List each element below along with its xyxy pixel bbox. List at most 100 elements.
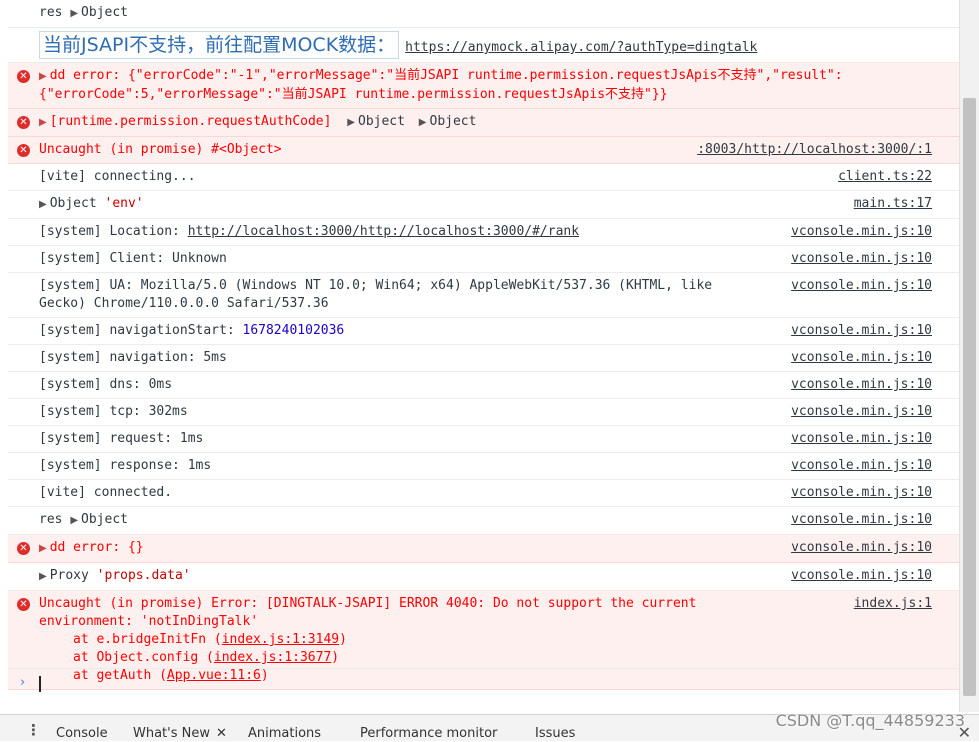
source-link[interactable]: vconsole.min.js:10 [785,277,932,295]
watermark: CSDN @T.qq_44859233 [775,711,965,730]
source-link[interactable]: index.js:1 [847,595,932,613]
triangle-right-icon[interactable]: ▶ [70,515,78,526]
string-value: 'props.data' [96,568,191,583]
text-caret [39,676,41,692]
mock-message: 当前JSAPI不支持，前往配置MOCK数据： [39,31,400,59]
log-message: dd error: {"errorCode":"-1","errorMessag… [39,68,843,102]
error-log-row: ✕ ▶ dd error: {"errorCode":"-1","errorMes… [8,63,960,109]
log-row: [system] tcp: 302ms vconsole.min.js:10 [8,399,960,426]
tab-issues[interactable]: Issues [535,726,575,741]
error-icon: ✕ [17,144,30,157]
log-row: [vite] connected. vconsole.min.js:10 [8,480,960,507]
triangle-right-icon[interactable]: ▶ [39,71,47,82]
location-link[interactable]: http://localhost:3000/http://localhost:3… [188,224,579,239]
stack-frame: at e.bridgeInitFn (index.js:1:3149) [73,631,908,649]
log-row: ▶ Proxy 'props.data' vconsole.min.js:10 [8,563,960,591]
close-icon[interactable]: ✕ [216,726,227,741]
object-toggle[interactable]: Object [81,5,128,20]
log-message: [system] request: 1ms [39,431,204,446]
log-message: Uncaught (in promise) Error: [DINGTALK-J… [39,596,697,629]
source-link[interactable]: vconsole.min.js:10 [785,539,932,557]
triangle-right-icon[interactable]: ▶ [39,543,47,554]
log-row: [system] Location: http://localhost:3000… [8,219,960,246]
source-link[interactable]: vconsole.min.js:10 [785,484,932,502]
tab-performance-monitor[interactable]: Performance monitor [360,726,497,741]
scrollbar-thumb[interactable] [963,98,976,696]
mock-url-link[interactable]: https://anymock.alipay.com/?authType=din… [405,40,757,55]
number-value: 1678240102036 [242,323,345,338]
log-row: [system] UA: Mozilla/5.0 (Windows NT 10.… [8,273,960,318]
stack-frame-link[interactable]: index.js:1:3149 [222,632,339,647]
log-message: [system] Client: Unknown [39,251,227,266]
string-value: 'env' [104,196,144,211]
log-message: dd error: {} [49,540,144,555]
log-row: [system] Client: Unknown vconsole.min.js… [8,246,960,273]
error-icon: ✕ [17,598,30,611]
object-toggle[interactable]: Object [50,196,97,211]
log-message: Uncaught (in promise) #<Object> [39,142,282,157]
triangle-right-icon[interactable]: ▶ [39,571,47,582]
log-row: [system] navigation: 5ms vconsole.min.js… [8,345,960,372]
log-row: [system] navigationStart: 1678240102036 … [8,318,960,345]
source-link[interactable]: :8003/http://localhost:3000/:1 [691,141,932,159]
console-log-area: res ▶ Object 当前JSAPI不支持，前往配置MOCK数据： https:… [8,0,960,712]
source-link[interactable]: vconsole.min.js:10 [785,322,932,340]
object-toggle[interactable]: Object [430,114,477,129]
vertical-scrollbar[interactable] [959,0,979,712]
log-row: res ▶ Object [8,0,960,28]
log-message: [system] tcp: 302ms [39,404,188,419]
error-log-row: ✕ ▶ [runtime.permission.requestAuthCode] … [8,109,960,137]
error-icon: ✕ [17,542,30,555]
triangle-right-icon[interactable]: ▶ [347,117,355,128]
log-label: res [39,5,63,20]
triangle-right-icon[interactable]: ▶ [39,117,47,128]
log-row: [system] request: 1ms vconsole.min.js:10 [8,426,960,453]
stack-frame-text: ) [339,632,347,647]
log-message: [vite] connected. [39,485,173,500]
error-log-row: ✕ Uncaught (in promise) #<Object> :8003/… [8,137,960,164]
log-message: [system] Location: [39,224,188,239]
console-prompt[interactable]: › [8,668,960,699]
stack-frame: at Object.config (index.js:1:3677) [73,649,908,667]
log-row: [vite] connecting... client.ts:22 [8,164,960,191]
source-link[interactable]: vconsole.min.js:10 [785,430,932,448]
object-toggle[interactable]: Object [81,512,128,527]
log-message: [system] navigationStart: [39,323,243,338]
error-log-row: ✕ ▶ dd error: {} vconsole.min.js:10 [8,535,960,563]
source-link[interactable]: vconsole.min.js:10 [785,250,932,268]
log-message: [vite] connecting... [39,169,196,184]
source-link[interactable]: vconsole.min.js:10 [785,223,932,241]
log-message: [system] UA: Mozilla/5.0 (Windows NT 10.… [39,278,713,311]
prompt-chevron-icon: › [20,675,26,690]
log-row: [system] dns: 0ms vconsole.min.js:10 [8,372,960,399]
stack-frame-text: at Object.config ( [73,650,214,665]
source-link[interactable]: main.ts:17 [848,195,932,213]
error-icon: ✕ [17,70,30,83]
source-link[interactable]: client.ts:22 [832,168,932,186]
tab-label: What's New [133,726,210,741]
log-message: [runtime.permission.requestAuthCode] [49,114,332,129]
triangle-right-icon[interactable]: ▶ [70,8,78,19]
tab-animations[interactable]: Animations [248,726,321,741]
tab-console[interactable]: Console [56,726,108,741]
source-link[interactable]: vconsole.min.js:10 [785,349,932,367]
object-toggle[interactable]: Proxy [50,568,89,583]
more-menu-icon[interactable]: ⋮ [26,721,41,739]
source-link[interactable]: vconsole.min.js:10 [785,511,932,529]
triangle-right-icon[interactable]: ▶ [39,199,47,210]
tab-whats-new[interactable]: What's New ✕ [133,726,227,741]
log-label: res [39,512,63,527]
error-icon: ✕ [17,116,30,129]
log-row: [system] response: 1ms vconsole.min.js:1… [8,453,960,480]
log-row: ▶ Object 'env' main.ts:17 [8,191,960,219]
stack-frame-text: at e.bridgeInitFn ( [73,632,222,647]
log-row: res ▶ Object vconsole.min.js:10 [8,507,960,535]
object-toggle[interactable]: Object [358,114,405,129]
log-message: [system] response: 1ms [39,458,212,473]
source-link[interactable]: vconsole.min.js:10 [785,567,932,585]
stack-frame-link[interactable]: index.js:1:3677 [214,650,331,665]
source-link[interactable]: vconsole.min.js:10 [785,403,932,421]
source-link[interactable]: vconsole.min.js:10 [785,376,932,394]
triangle-right-icon[interactable]: ▶ [419,117,427,128]
source-link[interactable]: vconsole.min.js:10 [785,457,932,475]
